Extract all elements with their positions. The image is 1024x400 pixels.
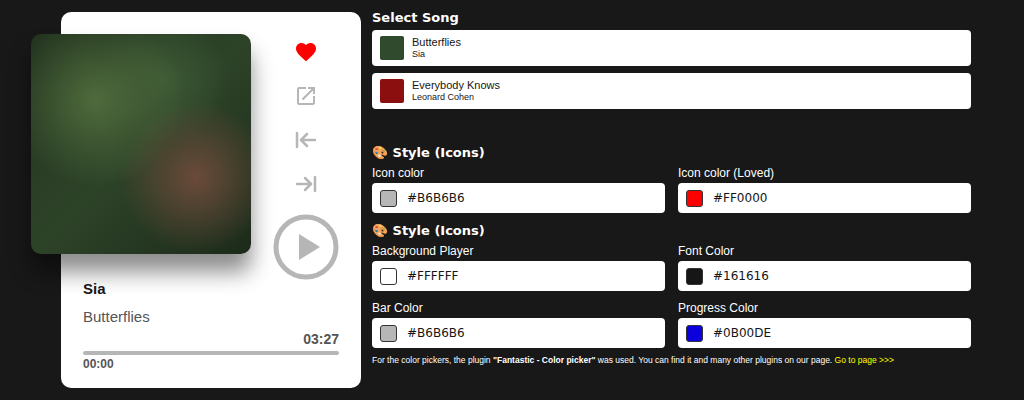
settings-panel: Select Song ButterfliesSia Everybody Knows…	[372, 0, 971, 366]
color-setting: Font Color #161616	[678, 244, 971, 291]
field-label: Icon color (Loved)	[678, 166, 971, 180]
color-fields: Icon color #B6B6B6 Icon color (Loved) #FF00…	[372, 166, 971, 213]
song-item[interactable]: ButterfliesSia	[372, 30, 971, 66]
progress-bar[interactable]	[83, 351, 339, 355]
play-button[interactable]	[273, 214, 339, 280]
song-text: ButterfliesSia	[412, 36, 461, 60]
skip-back-icon	[294, 128, 318, 152]
color-swatch[interactable]	[686, 190, 703, 207]
section-title: 🎨 Style (Icons)	[372, 144, 971, 162]
section-title: 🎨 Style (Icons)	[372, 222, 971, 240]
player-card: Sia Butterflies 03:27 00:00	[61, 12, 361, 388]
player-top	[61, 12, 361, 280]
track-elapsed: 00:00	[83, 357, 339, 371]
color-value: #B6B6B6	[407, 326, 465, 340]
section-title: Select Song	[372, 9, 971, 27]
song-title: Everybody Knows	[412, 79, 500, 92]
color-value: #161616	[713, 269, 769, 283]
previous-button[interactable]	[294, 128, 318, 152]
player-controls	[251, 40, 361, 280]
color-fields: Background Player #FFFFFF Font Color #16161…	[372, 244, 971, 348]
footnote: For the color pickers, the plugin "Fanta…	[372, 355, 971, 366]
field-label: Progress Color	[678, 301, 971, 315]
track-title: Butterflies	[83, 308, 339, 326]
track-artist: Sia	[83, 280, 339, 298]
track-info: Sia Butterflies 03:27 00:00	[61, 280, 361, 371]
song-artist: Leonard Cohen	[412, 92, 500, 103]
track-duration: 03:27	[303, 331, 339, 347]
color-value: #B6B6B6	[407, 191, 465, 205]
color-input[interactable]: #0B00DE	[678, 318, 971, 348]
color-value: #0B00DE	[713, 326, 771, 340]
color-input[interactable]: #FF0000	[678, 183, 971, 213]
page-link[interactable]: Go to page >>>	[835, 355, 894, 365]
field-label: Background Player	[372, 244, 665, 258]
skip-forward-icon	[294, 172, 318, 196]
color-value: #FFFFFF	[407, 269, 458, 283]
field-label: Bar Color	[372, 301, 665, 315]
song-artist: Sia	[412, 49, 461, 60]
color-swatch[interactable]	[686, 268, 703, 285]
field-label: Font Color	[678, 244, 971, 258]
color-swatch[interactable]	[686, 325, 703, 342]
next-button[interactable]	[294, 172, 318, 196]
color-input[interactable]: #161616	[678, 261, 971, 291]
color-swatch[interactable]	[380, 325, 397, 342]
plugin-name: "Fantastic - Color picker"	[493, 355, 596, 365]
external-link-icon	[294, 84, 318, 108]
song-thumbnail	[380, 36, 404, 60]
color-input[interactable]: #B6B6B6	[372, 183, 665, 213]
song-thumbnail	[380, 79, 404, 103]
color-swatch[interactable]	[380, 268, 397, 285]
love-button[interactable]	[294, 40, 318, 64]
color-input[interactable]: #FFFFFF	[372, 261, 665, 291]
song-title: Butterflies	[412, 36, 461, 49]
open-button[interactable]	[294, 84, 318, 108]
color-value: #FF0000	[713, 191, 767, 205]
color-setting: Icon color (Loved) #FF0000	[678, 166, 971, 213]
song-item[interactable]: Everybody KnowsLeonard Cohen	[372, 73, 971, 109]
color-swatch[interactable]	[380, 190, 397, 207]
field-label: Icon color	[372, 166, 665, 180]
color-setting: Icon color #B6B6B6	[372, 166, 665, 213]
play-icon	[273, 214, 339, 280]
color-setting: Bar Color #B6B6B6	[372, 301, 665, 348]
color-setting: Progress Color #0B00DE	[678, 301, 971, 348]
color-setting: Background Player #FFFFFF	[372, 244, 665, 291]
song-list: ButterfliesSia Everybody KnowsLeonard Coh…	[372, 30, 971, 109]
page: SiaButterflies03:2700:00Select SongButte…	[0, 0, 1024, 400]
song-text: Everybody KnowsLeonard Cohen	[412, 79, 500, 103]
album-cover	[31, 34, 251, 254]
heart-icon	[294, 39, 318, 65]
color-input[interactable]: #B6B6B6	[372, 318, 665, 348]
